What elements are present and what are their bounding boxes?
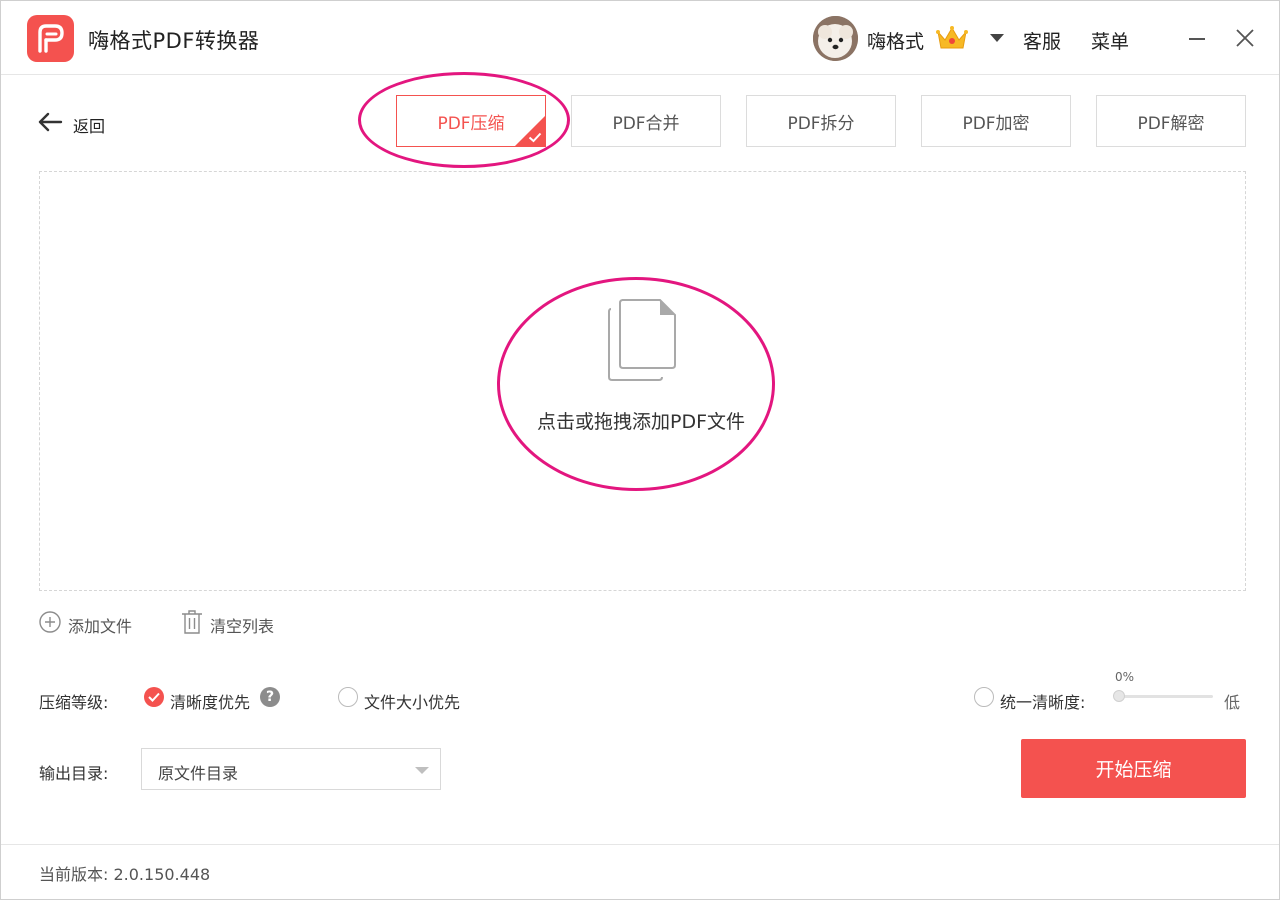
app-window: 嗨格式PDF转换器 嗨格式 客服 菜单 返回 PDF压缩 PDF合并 PDF拆分… (0, 0, 1280, 900)
add-file-button[interactable]: 添加文件 (39, 611, 132, 636)
drop-zone-text: 点击或拖拽添加PDF文件 (536, 411, 746, 433)
tab-label: PDF拆分 (787, 113, 855, 134)
check-icon (528, 132, 542, 143)
slider-handle[interactable] (1113, 690, 1125, 702)
tab-pdf-merge[interactable]: PDF合并 (571, 95, 721, 147)
size-priority-label[interactable]: 文件大小优先 (364, 689, 460, 713)
tab-pdf-split[interactable]: PDF拆分 (746, 95, 896, 147)
size-priority-radio[interactable] (338, 687, 358, 707)
tab-pdf-compress[interactable]: PDF压缩 (396, 95, 546, 147)
slider-value: 0% (1115, 670, 1135, 684)
check-icon (148, 692, 160, 702)
add-file-label: 添加文件 (68, 617, 133, 636)
version-text: 当前版本: 2.0.150.448 (39, 865, 211, 884)
uniform-clarity-label: 统一清晰度: (1000, 693, 1086, 712)
chevron-down-icon (415, 767, 429, 774)
back-label: 返回 (73, 117, 106, 136)
clarity-priority-label[interactable]: 清晰度优先 (170, 689, 250, 713)
tab-pdf-encrypt[interactable]: PDF加密 (921, 95, 1071, 147)
output-dir-label: 输出目录: (39, 764, 109, 783)
clear-list-label: 清空列表 (210, 617, 275, 636)
clarity-slider[interactable] (1117, 695, 1213, 698)
username: 嗨格式 (867, 31, 925, 53)
compression-level-label: 压缩等级: (39, 693, 109, 712)
tab-label: PDF压缩 (437, 113, 505, 134)
avatar[interactable] (813, 16, 858, 61)
help-icon[interactable]: ? (260, 687, 280, 707)
slider-low-label: 低 (1224, 693, 1241, 712)
footer-divider (1, 844, 1279, 845)
pdf-converter-logo-icon (27, 15, 74, 62)
tab-label: PDF解密 (1137, 113, 1205, 134)
tab-label: PDF合并 (612, 113, 680, 134)
trash-icon (182, 610, 202, 634)
clarity-priority-radio[interactable] (144, 687, 164, 707)
output-dir-select[interactable]: 原文件目录 (141, 748, 441, 790)
close-icon[interactable] (1235, 28, 1255, 48)
app-title: 嗨格式PDF转换器 (88, 29, 260, 53)
arrow-left-icon (38, 112, 63, 132)
back-button[interactable]: 返回 (37, 109, 117, 136)
menu-button[interactable]: 菜单 (1091, 27, 1129, 54)
customer-service-button[interactable]: 客服 (1023, 27, 1061, 54)
plus-circle-icon (39, 611, 61, 633)
output-dir-value: 原文件目录 (158, 764, 239, 783)
uniform-clarity-radio[interactable] (974, 687, 994, 707)
tab-pdf-decrypt[interactable]: PDF解密 (1096, 95, 1246, 147)
user-dropdown-caret-icon[interactable] (990, 34, 1004, 42)
document-stack-icon (608, 299, 676, 381)
minimize-icon[interactable] (1189, 38, 1205, 40)
start-compress-button[interactable]: 开始压缩 (1021, 739, 1246, 798)
crown-icon (936, 26, 968, 49)
clear-list-button[interactable]: 清空列表 (181, 609, 274, 636)
title-bar: 嗨格式PDF转换器 嗨格式 客服 菜单 (1, 1, 1279, 75)
tab-label: PDF加密 (962, 113, 1030, 134)
